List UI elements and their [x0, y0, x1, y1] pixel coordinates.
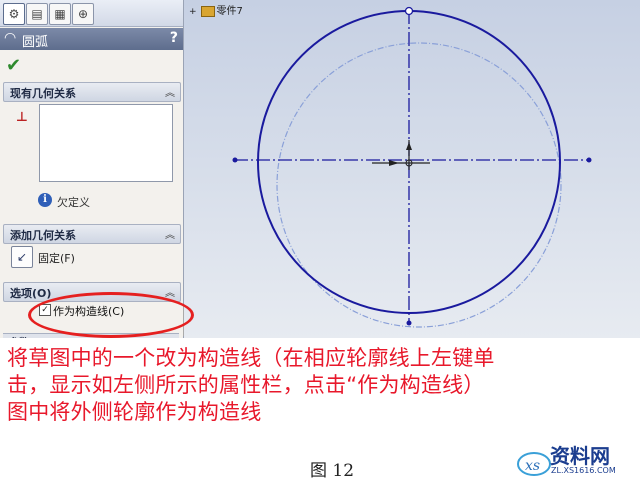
collapse-chevron-icon[interactable]: ︽: [165, 226, 175, 241]
watermark-url: ZL.XS1616.COM: [551, 466, 616, 475]
left-endpoint[interactable]: [232, 157, 238, 163]
fix-relation-button[interactable]: ↙: [11, 246, 33, 268]
relation-status-text: 欠定义: [57, 196, 90, 209]
configuration-manager-tab-icon[interactable]: ▦: [49, 3, 71, 25]
help-icon[interactable]: ?: [170, 30, 178, 46]
collapse-chevron-icon[interactable]: ︽: [165, 84, 175, 99]
annotation-highlight-ellipse: [28, 292, 194, 338]
display-manager-tab-icon[interactable]: ⊕: [72, 3, 94, 25]
sketch-canvas[interactable]: [184, 0, 640, 338]
instruction-caption: 将草图中的一个改为构造线（在相应轮廓线上左键单 击，显示如左侧所示的属性栏，点击…: [7, 345, 637, 426]
info-icon: i: [38, 193, 52, 207]
parameters-title: 参数: [9, 334, 29, 338]
part-name: 零件7: [216, 6, 243, 17]
right-endpoint[interactable]: [586, 157, 592, 163]
property-manager-tab-icon[interactable]: ▤: [26, 3, 48, 25]
caption-line-2: 击，显示如左侧所示的属性栏，点击“作为构造线）: [7, 373, 485, 397]
svg-text:xs: xs: [525, 458, 540, 474]
relation-icon: ⊥: [16, 110, 28, 125]
collapse-chevron-icon[interactable]: ︽: [165, 284, 175, 299]
existing-relations-header[interactable]: 现有几何关系 ︽: [3, 82, 181, 102]
bottom-endpoint[interactable]: [406, 320, 412, 326]
existing-relations-title: 现有几何关系: [10, 87, 76, 100]
part-folder-icon: [200, 5, 215, 17]
feature-manager-tab-icon[interactable]: ⚙: [3, 3, 25, 25]
caption-line-3: 图中将外侧轮廓作为构造线: [7, 400, 262, 424]
panel-tab-bar: ⚙ ▤ ▦ ⊕: [0, 0, 183, 27]
solidworks-window: ⚙ ▤ ▦ ⊕ ◠ 圆弧 ? ✔ 现有几何关系 ︽ ⊥ i 欠定义 添加几何关系…: [0, 0, 640, 338]
ok-check-icon[interactable]: ✔: [6, 55, 21, 76]
arc-icon: ◠: [4, 30, 17, 46]
property-manager-title-bar: ◠ 圆弧 ?: [0, 28, 183, 50]
expand-plus-icon[interactable]: +: [189, 7, 197, 17]
origin-icon: [372, 140, 430, 170]
fix-relation-label: 固定(F): [38, 252, 75, 265]
add-relations-header[interactable]: 添加几何关系 ︽: [3, 224, 181, 244]
figure-label: 图 12: [310, 461, 355, 481]
feature-tree-part[interactable]: + 零件7: [189, 2, 243, 17]
watermark-text: 资料网: [550, 444, 610, 468]
existing-relations-list[interactable]: [39, 104, 173, 182]
options-title: 选项(O): [10, 287, 52, 300]
graphics-area[interactable]: [184, 0, 640, 338]
caption-line-1: 将草图中的一个改为构造线（在相应轮廓线上左键单: [7, 346, 495, 370]
property-manager-panel: ⚙ ▤ ▦ ⊕ ◠ 圆弧 ? ✔ 现有几何关系 ︽ ⊥ i 欠定义 添加几何关系…: [0, 0, 184, 338]
add-relations-title: 添加几何关系: [10, 229, 76, 242]
property-manager-title: 圆弧: [22, 35, 49, 50]
top-endpoint[interactable]: [404, 6, 414, 16]
